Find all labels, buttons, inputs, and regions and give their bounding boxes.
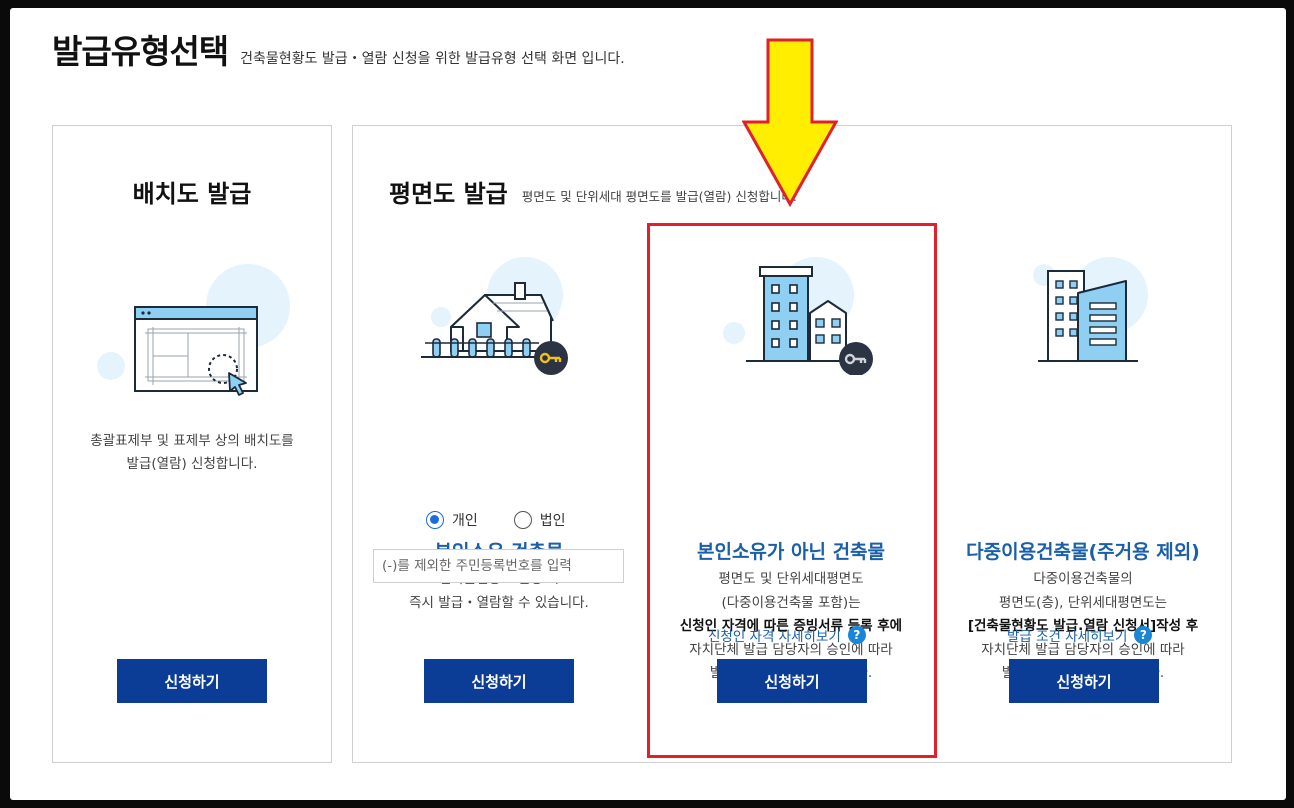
floor-plan-title: 평면도 발급: [389, 180, 508, 208]
not-owned-building-title: 본인소유가 아닌 건축물: [696, 541, 886, 563]
not-owned-apply-button[interactable]: 신청하기: [717, 659, 867, 703]
multi-use-desc-line: 다중이용건축물의: [1033, 571, 1133, 587]
site-plan-apply-button[interactable]: 신청하기: [117, 659, 267, 703]
site-plan-desc-line: 발급(열람) 신청합니다.: [126, 456, 258, 472]
radio-individual-label: 개인: [452, 513, 478, 529]
multi-use-apply-button[interactable]: 신청하기: [1009, 659, 1159, 703]
radio-individual-control[interactable]: [426, 511, 444, 529]
down-arrow-annotation: [741, 38, 839, 212]
not-owned-desc-line: 평면도 및 단위세대평면도: [718, 571, 864, 587]
radio-corporate[interactable]: 법인: [513, 510, 566, 530]
help-icon[interactable]: ?: [847, 626, 866, 644]
owned-apply-button[interactable]: 신청하기: [424, 659, 574, 703]
resident-number-input[interactable]: [373, 549, 624, 583]
applicant-qualification-link[interactable]: 신청인 자격 자세히보기 ?: [708, 625, 866, 645]
window-cursor-icon: [93, 261, 293, 405]
site-plan-description: 총괄표제부 및 표제부 상의 배치도를 발급(열람) 신청합니다.: [53, 430, 331, 476]
owned-desc-line: 즉시 발급・열람할 수 있습니다.: [409, 594, 589, 611]
multi-use-building-title: 다중이용건축물(주거용 제외): [966, 541, 1200, 563]
issue-condition-link[interactable]: 발급 조건 자세히보기 ?: [1007, 625, 1153, 645]
radio-corporate-label: 법인: [539, 513, 566, 529]
site-plan-desc-line: 총괄표제부 및 표제부 상의 배치도를: [90, 433, 294, 449]
site-plan-card: 배치도 발급 총괄표제부 및 표제부 상의 배치도를 발급(열람) 신청합니다.…: [52, 125, 332, 763]
help-icon[interactable]: ?: [1134, 626, 1153, 644]
radio-corporate-control[interactable]: [513, 511, 532, 529]
page-subtitle: 건축물현황도 발급・열람 신청을 위한 발급유형 선택 화면 입니다.: [240, 51, 625, 67]
issue-condition-link-label: 발급 조건 자세히보기: [1007, 629, 1128, 645]
office-building-icon: [998, 255, 1168, 379]
page-title: 발급유형선택: [52, 32, 229, 71]
house-key-icon: [419, 255, 579, 379]
floor-plan-header: 평면도 발급 평면도 및 단위세대 평면도를 발급(열람) 신청합니다.: [389, 174, 797, 209]
building-key-icon: [706, 255, 876, 379]
multi-use-desc-line: 평면도(층), 단위세대평면도는: [998, 594, 1168, 611]
not-owned-desc-line: (다중이용건축물 포함)는: [721, 594, 861, 611]
site-plan-title: 배치도 발급: [132, 180, 252, 208]
applicant-qualification-link-label: 신청인 자격 자세히보기: [708, 629, 841, 645]
page-header: 발급유형선택 건축물현황도 발급・열람 신청을 위한 발급유형 선택 화면 입니…: [52, 32, 625, 72]
radio-individual[interactable]: 개인: [426, 510, 478, 530]
owner-type-radio-group: 개인 법인: [426, 510, 602, 530]
